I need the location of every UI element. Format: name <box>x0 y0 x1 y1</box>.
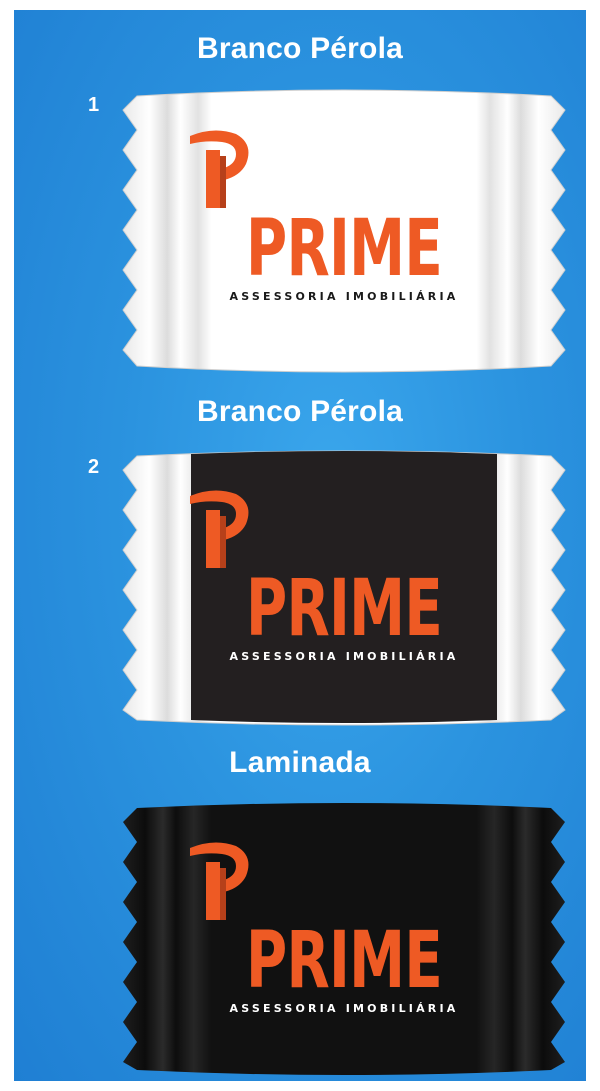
prime-p-icon <box>190 130 249 208</box>
prime-logo-2: PRIME ASSESSORIA IMOBILIÁRIA <box>184 488 504 663</box>
brand-name: PRIME <box>246 204 443 294</box>
candy-wrapper-3: PRIME ASSESSORIA IMOBILIÁRIA <box>109 800 579 1080</box>
variant-2-title: Branco Pérola <box>196 395 403 428</box>
prime-p-icon <box>190 842 249 920</box>
variant-1-number: 1 <box>88 94 100 116</box>
product-canvas: Branco Pérola 1 PRIME ASSESSORIA IMOBILI… <box>14 10 586 1081</box>
brand-name: PRIME <box>246 564 443 654</box>
prime-p-icon <box>190 490 249 568</box>
variant-1-title: Branco Pérola <box>196 32 403 65</box>
brand-name: PRIME <box>246 916 443 1006</box>
candy-wrapper-2: PRIME ASSESSORIA IMOBILIÁRIA <box>109 448 579 728</box>
variant-3-title: Laminada <box>229 746 371 779</box>
candy-wrapper-1: PRIME ASSESSORIA IMOBILIÁRIA <box>109 86 579 376</box>
prime-logo-1: PRIME ASSESSORIA IMOBILIÁRIA <box>184 128 504 303</box>
variant-2-number: 2 <box>88 456 100 478</box>
prime-logo-3: PRIME ASSESSORIA IMOBILIÁRIA <box>184 840 504 1015</box>
